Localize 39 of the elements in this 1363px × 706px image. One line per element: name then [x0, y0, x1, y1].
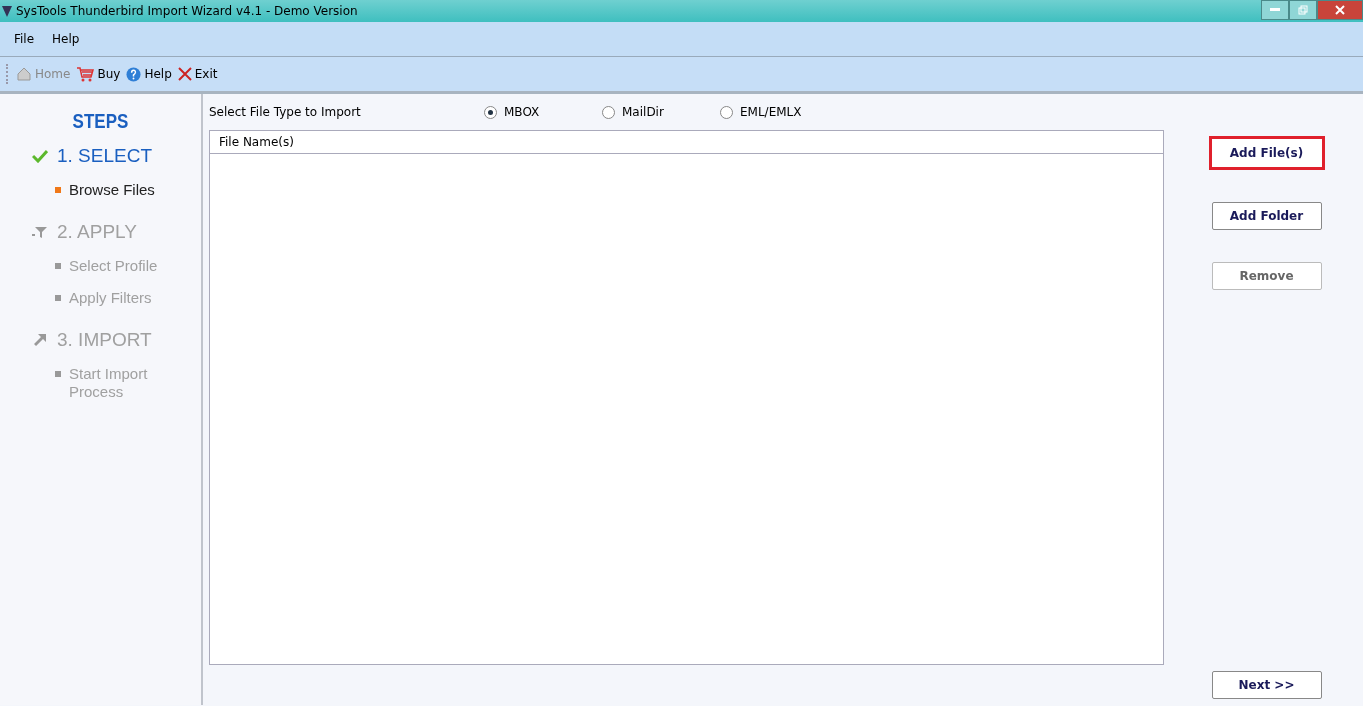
column-header: File Name(s) [219, 135, 294, 149]
close-icon [1335, 5, 1345, 15]
toolbar-button[interactable]: Exit [177, 67, 218, 81]
minimize-icon [1270, 8, 1280, 12]
substep-label: Browse Files [69, 181, 156, 199]
shield-icon [2, 5, 12, 17]
close-icon [177, 67, 192, 81]
restore-icon [1298, 5, 1308, 15]
radio-button[interactable] [484, 105, 497, 119]
funnel-icon [32, 225, 48, 239]
next-button[interactable]: Next >> [1211, 671, 1322, 699]
help-icon [126, 66, 142, 82]
action-button[interactable]: Add Folder [1211, 202, 1322, 230]
toolbar-button[interactable]: Buy [76, 66, 121, 82]
close-button[interactable] [1317, 0, 1363, 20]
radio-button[interactable] [602, 105, 615, 119]
minimize-button[interactable] [1261, 0, 1289, 20]
checkmark-icon [32, 149, 48, 163]
radio-button[interactable] [720, 105, 733, 119]
window-title: SysTools Thunderbird Import Wizard v4.1 - Demo Version [16, 4, 358, 18]
substep-label: Start Import Process [69, 365, 149, 401]
step-title: 3. IMPORT [57, 329, 152, 351]
steps-heading: STEPS [71, 110, 130, 133]
menu-item[interactable]: Help [44, 32, 88, 46]
toolbar-button[interactable]: Help [126, 66, 172, 82]
restore-button[interactable] [1289, 0, 1317, 20]
menu-item[interactable]: File [6, 32, 43, 46]
step-title: 2. APPLY [57, 221, 137, 243]
step-title: 1. SELECT [57, 145, 153, 167]
house-icon [16, 66, 32, 82]
substep-label: Apply Filters [69, 289, 153, 307]
cart-icon [76, 66, 95, 82]
arrow-icon [32, 332, 48, 348]
file-type-label: Select File Type to Import [209, 105, 362, 119]
radio-label: MailDir [622, 105, 664, 119]
radio-label: EML/EMLX [740, 105, 802, 119]
action-button[interactable]: Add File(s) [1208, 136, 1325, 170]
substep-label: Select Profile [69, 257, 159, 275]
radio-label: MBOX [504, 105, 540, 119]
